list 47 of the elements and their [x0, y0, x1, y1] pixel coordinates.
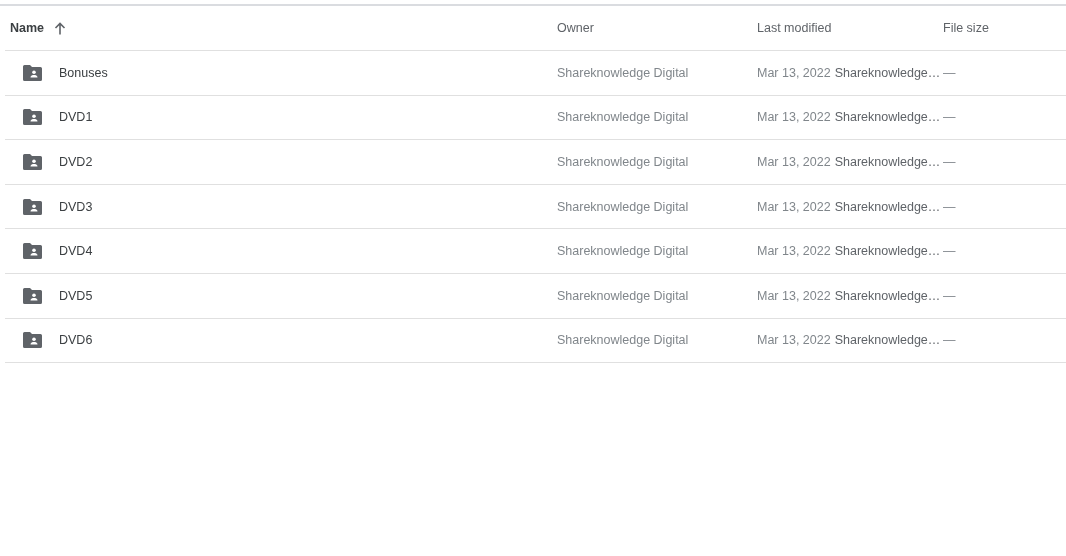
folder-name[interactable]: DVD6 [59, 333, 93, 348]
owner-cell: Shareknowledge Digital [557, 155, 689, 169]
shared-folder-icon [23, 287, 42, 304]
sort-arrow-icon[interactable] [54, 21, 67, 35]
column-header[interactable]: Last modified [757, 21, 832, 35]
shared-folder-icon [23, 243, 42, 260]
modified-by-text: Shareknowledge… [834, 199, 941, 214]
shared-folder-icon [23, 198, 42, 215]
column-header[interactable]: Name [10, 21, 45, 35]
column-header[interactable]: Owner [557, 21, 594, 35]
modified-by-text: Shareknowledge… [834, 65, 941, 80]
date-text: Mar 13, 2022 [757, 288, 831, 303]
owner-cell: Shareknowledge Digital [557, 288, 689, 303]
file-size-cell: — [943, 288, 956, 303]
date-text: Mar 13, 2022 [757, 333, 831, 348]
folder-name[interactable]: Bonuses [59, 65, 108, 80]
date-text: Mar 13, 2022 [757, 110, 831, 125]
owner-cell: Shareknowledge Digital [557, 333, 689, 348]
folder-name[interactable]: DVD3 [59, 199, 93, 214]
shared-folder-icon [23, 332, 42, 349]
folder-name[interactable]: DVD2 [59, 155, 93, 169]
date-text: Mar 13, 2022 [757, 155, 831, 169]
file-size-cell: — [943, 244, 956, 259]
folder-name[interactable]: DVD4 [59, 244, 93, 259]
file-size-cell: — [943, 155, 956, 169]
shared-folder-icon [23, 154, 42, 170]
file-size-cell: — [943, 65, 956, 80]
owner-cell: Shareknowledge Digital [557, 65, 689, 80]
modified-by-text: Shareknowledge… [834, 333, 941, 348]
date-text: Mar 13, 2022 [757, 199, 831, 214]
modified-by-text: Shareknowledge… [834, 288, 941, 303]
folder-name[interactable]: DVD1 [59, 110, 93, 125]
shared-folder-icon [23, 64, 42, 81]
shared-folder-icon [23, 109, 42, 126]
modified-by-text: Shareknowledge… [834, 155, 941, 169]
file-size-cell: — [943, 333, 956, 348]
modified-by-text: Shareknowledge… [834, 110, 941, 125]
owner-cell: Shareknowledge Digital [557, 244, 689, 259]
date-text: Mar 13, 2022 [757, 244, 831, 259]
owner-cell: Shareknowledge Digital [557, 110, 689, 125]
file-size-cell: — [943, 110, 956, 125]
owner-cell: Shareknowledge Digital [557, 199, 689, 214]
file-size-cell: — [943, 199, 956, 214]
modified-by-text: Shareknowledge… [834, 244, 941, 259]
folder-name[interactable]: DVD5 [59, 288, 93, 303]
date-text: Mar 13, 2022 [757, 65, 831, 80]
column-header[interactable]: File size [943, 21, 989, 35]
